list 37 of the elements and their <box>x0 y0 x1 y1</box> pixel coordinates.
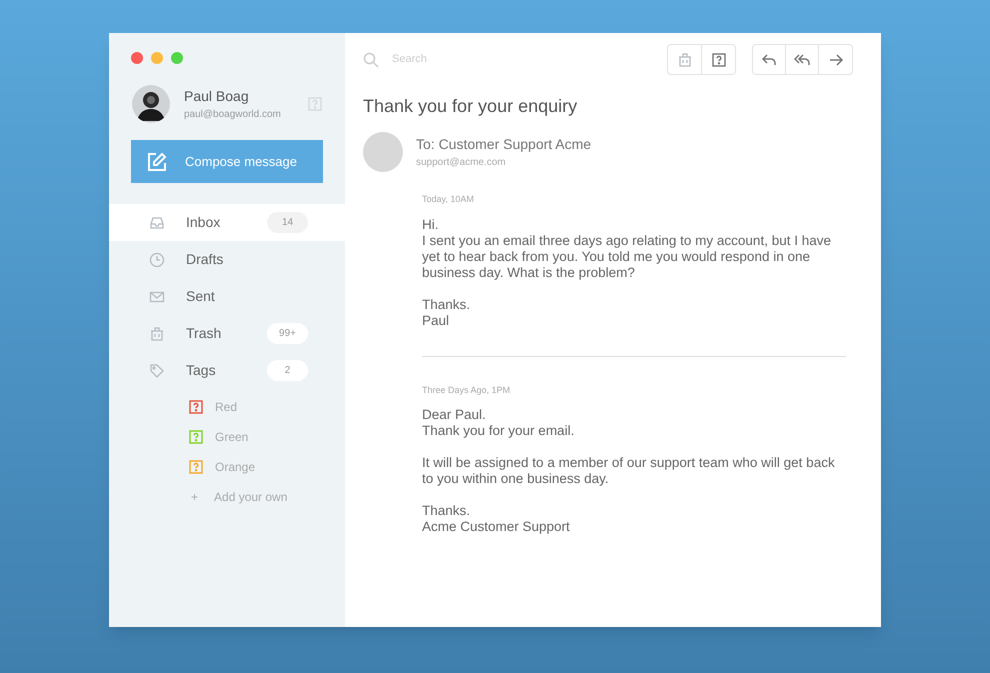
help-icon <box>712 52 726 66</box>
nav-item[interactable]: Tags 2 <box>109 352 345 389</box>
tag-icon <box>149 362 165 378</box>
user-name: Paul Boag <box>184 87 250 106</box>
edit-icon <box>147 152 167 172</box>
message-text: I sent you an email three days ago relating to my account, but I have yet to hear back from you. You told me you would respond in one business day. What is the problem? <box>422 232 832 280</box>
message-text: Hi. <box>422 216 440 232</box>
count-badge: 14 <box>267 212 308 233</box>
message-text: It will be assigned to a member of our support team who will get back to you within one business day. <box>422 455 836 487</box>
trash-icon <box>676 52 692 68</box>
message-date: Today, 10AM <box>422 193 475 206</box>
message-text: Thank you for your email. <box>422 423 576 439</box>
count-badge: 2 <box>267 360 308 381</box>
avatar-placeholder <box>363 132 403 172</box>
message-text: Dear Paul. <box>422 407 487 423</box>
message-text: Paul <box>422 312 450 328</box>
count-badge: 99+ <box>267 323 308 344</box>
reply-all-icon <box>794 52 810 66</box>
message-date: Three Days Ago, 1PM <box>422 384 512 397</box>
arrow-right-icon <box>828 52 844 66</box>
clock-icon <box>149 252 165 268</box>
recipient-name: To: Customer Support Acme <box>416 135 592 154</box>
message-text: Thanks. <box>422 296 472 312</box>
reply-icon <box>761 52 777 66</box>
nav-item[interactable]: Drafts <box>109 241 345 278</box>
message-text: Thanks. <box>422 503 472 519</box>
trash-icon <box>149 326 165 342</box>
tray-icon <box>149 214 165 230</box>
user-email: paul@boagworld.com <box>184 108 281 122</box>
nav-item[interactable]: Inbox 14 <box>109 204 345 241</box>
nav-item[interactable]: Trash 99+ <box>109 315 345 352</box>
search-icon <box>363 52 379 68</box>
subject-heading: Thank you for your enquiry <box>363 95 578 118</box>
nav-item[interactable]: Sent <box>109 278 345 315</box>
help-icon <box>308 97 322 111</box>
message-text: Acme Customer Support <box>422 519 571 535</box>
recipient-email: support@acme.com <box>416 156 507 170</box>
